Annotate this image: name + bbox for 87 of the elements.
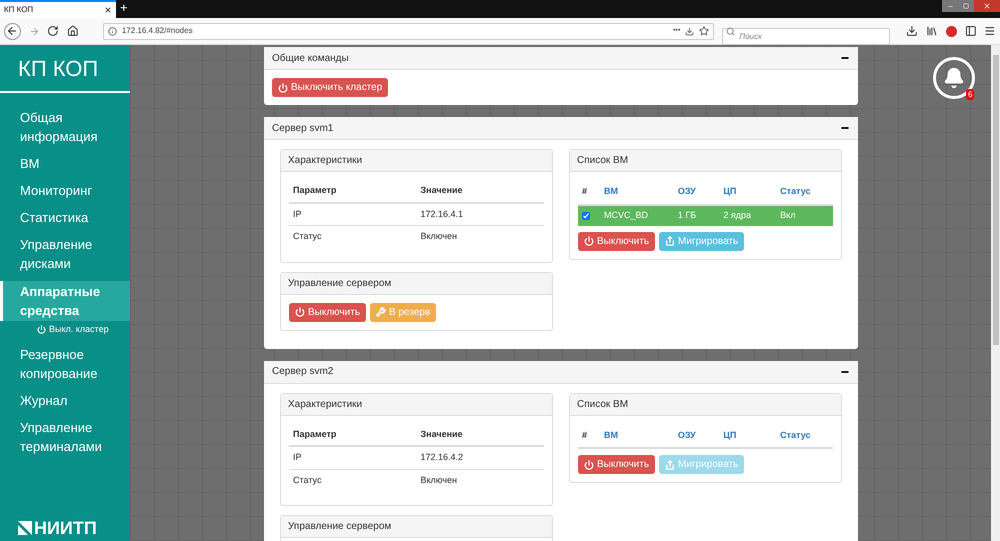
panel-title: Общие команды (272, 52, 349, 66)
nav-item[interactable]: Журнал (0, 390, 130, 410)
share-icon (665, 460, 676, 470)
logo-icon (18, 521, 32, 535)
library-icon[interactable] (926, 25, 938, 37)
column-header[interactable]: ОЗУ (674, 180, 720, 204)
minimize-icon (946, 3, 954, 10)
menu-icon[interactable] (984, 25, 996, 37)
nav-item[interactable]: Резервное копирование (0, 344, 130, 382)
info-icon (108, 26, 117, 36)
nav-item[interactable]: Управление терминалами (0, 418, 130, 456)
card-title: Список ВМ (577, 398, 628, 412)
home-icon[interactable] (67, 25, 79, 37)
reload-icon[interactable] (47, 25, 60, 37)
search-field[interactable]: Поиск (722, 28, 890, 44)
card-title: Характеристики (288, 154, 362, 168)
nav-item[interactable]: Мониторинг (0, 181, 130, 200)
notification-count: 6 (966, 89, 974, 100)
column-header: Параметр (289, 424, 416, 446)
card-title: Управление сервером (288, 520, 392, 534)
column-header[interactable]: ЦП (719, 180, 776, 204)
back-icon (6, 25, 18, 37)
maximize-icon (963, 3, 969, 9)
power-icon (37, 325, 46, 334)
table-cell: IP (289, 446, 416, 469)
nav-item[interactable]: Управление дисками (0, 235, 130, 273)
share-icon (665, 236, 676, 246)
close-icon (983, 2, 991, 10)
vm-checkbox[interactable] (582, 212, 590, 220)
sidebar-icon[interactable] (964, 25, 976, 37)
table-cell: Статус (289, 226, 416, 248)
table-cell: Включен (416, 469, 544, 491)
wrench-icon (376, 307, 386, 317)
nav-item[interactable]: Аппаратные средства (0, 281, 130, 321)
browser-tab[interactable]: КП КОП (0, 0, 116, 18)
scrollbar[interactable] (991, 45, 1000, 541)
maximize-button[interactable] (958, 0, 974, 12)
shutdown-button[interactable]: Выключить (289, 302, 366, 322)
vm-row[interactable]: MCVC_BD 1 ГБ 2 ядра Вкл (578, 206, 833, 226)
column-header[interactable]: ВМ (600, 180, 674, 204)
table-cell: IP (289, 202, 416, 226)
shutdown-button[interactable]: Выключить (578, 455, 656, 474)
close-icon[interactable] (104, 6, 112, 14)
column-header[interactable]: ЦП (719, 424, 776, 447)
nav-item[interactable]: Статистика (0, 208, 130, 227)
column-header: Параметр (289, 180, 416, 202)
new-tab-button[interactable]: + (116, 0, 132, 18)
shutdown-button[interactable]: Выключить кластер (272, 78, 388, 97)
nav-subitem[interactable]: Выкл. кластер (0, 323, 130, 336)
column-header: Значение (416, 424, 544, 446)
power-icon (278, 82, 288, 92)
back-button[interactable] (4, 22, 21, 40)
adblock-icon[interactable] (946, 26, 957, 36)
table-cell-text: MCVC_BD (603, 208, 650, 222)
power-icon (584, 236, 594, 246)
download-icon[interactable] (906, 25, 918, 37)
table-cell: Включен (416, 226, 544, 248)
table-cell-text: 1 ГБ (676, 208, 698, 222)
column-header: # (581, 185, 588, 198)
logo-text: НИИТП (34, 519, 97, 537)
column-header: Значение (416, 180, 544, 202)
column-header: # (581, 428, 588, 442)
search-icon (726, 26, 736, 36)
column-header[interactable]: ВМ (600, 424, 674, 447)
card-title: Характеристики (288, 398, 362, 412)
table-cell: Статус (289, 469, 416, 491)
column-header[interactable]: Статус (776, 424, 833, 447)
card-title: Список ВМ (577, 154, 628, 168)
card-title: Управление сервером (288, 276, 392, 290)
column-header[interactable]: ОЗУ (674, 424, 720, 447)
table-cell: 172.16.4.2 (416, 446, 544, 469)
table-cell: 172.16.4.1 (416, 202, 544, 226)
table-cell-text: 2 ядра (722, 208, 752, 222)
panel-title: Сервер svm1 (272, 122, 334, 136)
notification-bell[interactable]: 6 (933, 57, 975, 99)
power-icon (584, 460, 594, 470)
nav-item[interactable]: ВМ (0, 154, 130, 173)
nav-item[interactable]: Общая информация (0, 108, 130, 146)
star-icon[interactable] (699, 26, 710, 36)
shutdown-button[interactable]: Выключить (578, 232, 656, 250)
bell-icon (943, 67, 965, 89)
column-header[interactable]: Статус (776, 180, 833, 204)
panel-title: Сервер svm2 (272, 365, 334, 379)
migrate-button[interactable]: Мигрировать (659, 232, 744, 250)
power-icon (295, 307, 305, 317)
app-title: КП КОП (18, 55, 98, 83)
table-cell-text: Вкл (779, 208, 796, 222)
